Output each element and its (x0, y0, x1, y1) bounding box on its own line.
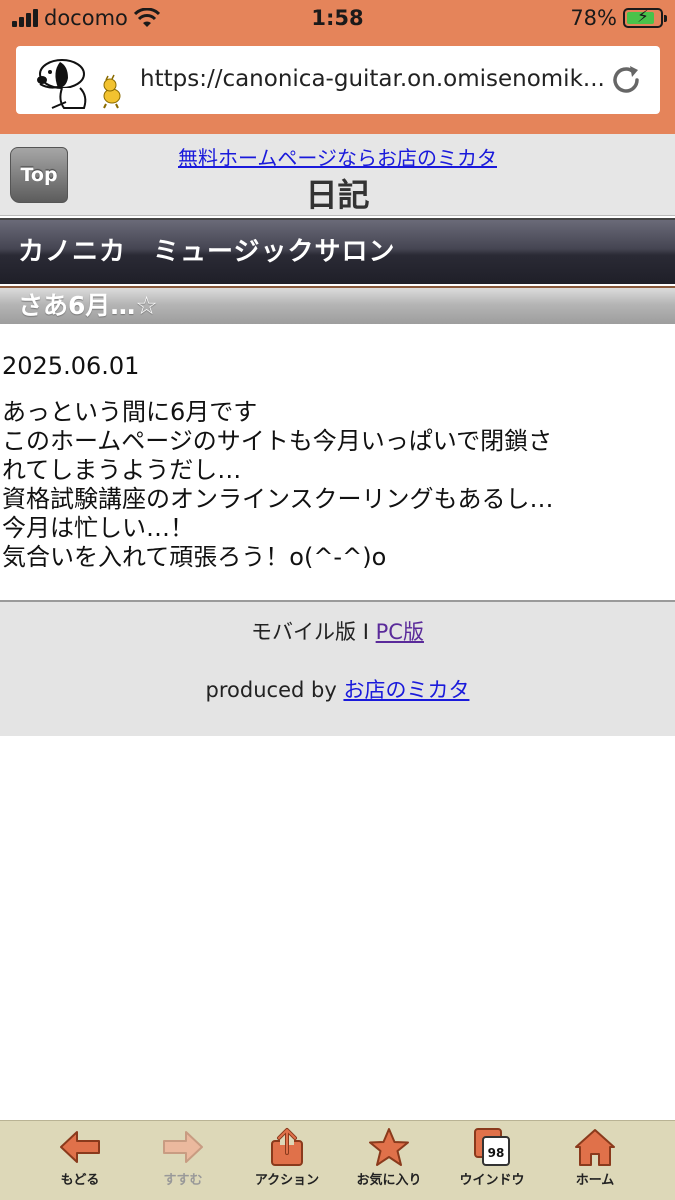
footer: モバイル版 I PC版 produced by お店のミカタ (0, 600, 675, 736)
bottom-toolbar: もどる すすむ アクション お気に入り 98 ウインドウ ホーム (0, 1120, 675, 1200)
action-label: アクション (254, 1173, 320, 1188)
pc-version-link[interactable]: PC版 (376, 620, 424, 644)
back-label: もどる (60, 1173, 100, 1188)
produced-by: produced by お店のミカタ (0, 674, 675, 704)
action-button[interactable]: アクション (232, 1127, 342, 1188)
produced-by-label: produced by (205, 678, 337, 702)
back-button[interactable]: もどる (25, 1127, 135, 1188)
favorites-label: お気に入り (356, 1173, 422, 1188)
version-switch: モバイル版 I PC版 (0, 616, 675, 646)
address-bar[interactable]: https://canonica-guitar.on.omisenomik... (16, 46, 660, 114)
windows-icon: 98 (474, 1128, 510, 1166)
windows-button[interactable]: 98 ウインドウ (437, 1127, 547, 1188)
window-count: 98 (488, 1146, 505, 1160)
entry-line: れてしまうようだし… (2, 456, 242, 484)
share-icon (271, 1128, 303, 1166)
battery-icon: ⚡ (623, 7, 667, 28)
browser-toolbar: https://canonica-guitar.on.omisenomik... (0, 38, 675, 134)
entry-line: 資格試験講座のオンラインスクーリングもあるし… (2, 485, 554, 513)
favorites-button[interactable]: お気に入り (334, 1127, 444, 1188)
home-icon (575, 1129, 615, 1166)
promo-link[interactable]: 無料ホームページならお店のミカタ (0, 142, 675, 171)
url-text[interactable]: https://canonica-guitar.on.omisenomik... (140, 66, 610, 92)
entry-line: 今月は忙しい…！ (2, 514, 194, 542)
forward-button[interactable]: すすむ (128, 1127, 238, 1188)
entry-date: 2025.06.01 (2, 352, 140, 380)
charging-bolt-icon: ⚡ (637, 7, 649, 27)
home-label: ホーム (575, 1173, 615, 1188)
windows-label: ウインドウ (459, 1173, 525, 1188)
home-button[interactable]: ホーム (540, 1127, 650, 1188)
battery-group: 78% ⚡ (570, 6, 667, 30)
reload-icon[interactable] (608, 62, 644, 98)
page-header: Top 無料ホームページならお店のミカタ 日記 (0, 134, 675, 216)
forward-label: すすむ (163, 1173, 203, 1188)
battery-percent: 78% (570, 6, 617, 30)
back-arrow-icon (60, 1131, 100, 1163)
separator: I (362, 620, 369, 644)
entry-body: あっという間に6月です このホームページのサイトも今月いっぱいで閉鎖さ れてしま… (2, 398, 672, 572)
entry-line: あっという間に6月です (2, 398, 258, 426)
forward-arrow-icon (163, 1131, 203, 1163)
page-title: 日記 (305, 176, 370, 214)
status-bar: docomo 1:58 78% ⚡ (0, 0, 675, 38)
snoopy-logo-icon (37, 59, 121, 109)
mobile-version-label: モバイル版 (251, 620, 357, 644)
entry-line: 気合いを入れて頑張ろう！o(^-^)o (2, 543, 387, 571)
entry-title: さあ6月…☆ (0, 286, 675, 324)
producer-link[interactable]: お店のミカタ (343, 678, 469, 702)
star-icon (369, 1128, 409, 1166)
entry-line: このホームページのサイトも今月いっぱいで閉鎖さ (2, 427, 553, 455)
site-name-bar: カノニカ ミュージックサロン (0, 218, 675, 284)
